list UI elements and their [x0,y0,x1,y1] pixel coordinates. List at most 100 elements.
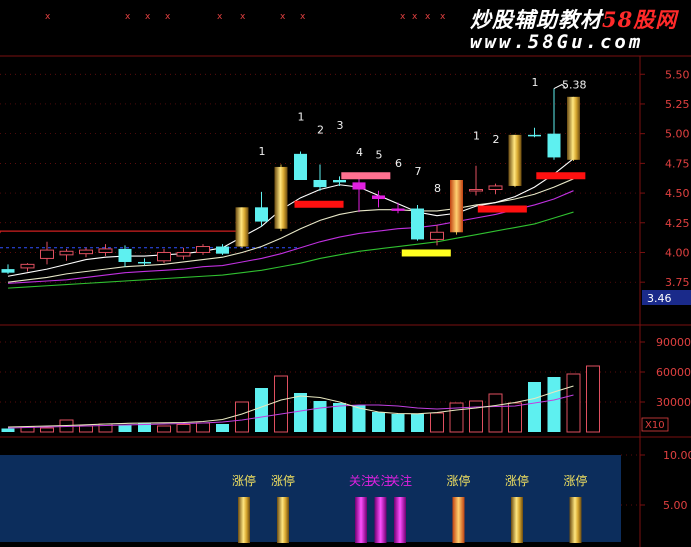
signal-bar [401,249,451,257]
price-annotation-label: 3 [337,119,344,132]
price-annotation-label: 6 [395,157,402,170]
volume-bar[interactable] [294,393,307,432]
volume-bar[interactable] [508,402,522,433]
candle-body[interactable] [469,189,483,192]
candle-body[interactable] [528,134,541,137]
price-annotation-label: 1 [532,76,539,89]
volume-bar[interactable] [566,373,581,433]
candle-body[interactable] [430,231,444,240]
resistance-line [0,230,242,234]
volume-bar[interactable] [216,424,229,432]
signal-column [394,497,406,543]
candle-body[interactable] [40,249,54,259]
candle-body[interactable] [333,180,346,183]
indicator-tick-label: 10.00 [663,449,691,462]
volume-bar[interactable] [430,412,444,433]
top-marker: x [125,12,131,22]
candle-body[interactable] [488,185,503,191]
candle-body[interactable] [372,195,385,200]
signal-bar [341,172,391,180]
candle-body[interactable] [391,208,405,211]
candle-body[interactable] [20,263,35,269]
signal-column [238,497,250,543]
candle-body[interactable] [79,249,93,255]
ma-magenta-line [7,190,574,284]
price-annotation-label: 2 [493,133,500,146]
top-marker: x [412,12,418,22]
signal-column [569,497,582,543]
candle-body[interactable] [450,180,463,233]
candle-body[interactable] [508,134,522,186]
chart-canvas[interactable]: x x x x x x x x x x x x5.505.255.004.754.504.254.00… [0,0,691,547]
signal-bar [536,172,586,180]
ma-short-line [7,158,574,277]
volume-bar[interactable] [79,425,93,433]
volume-bar[interactable] [528,382,541,432]
candle-body[interactable] [352,182,366,190]
candle-body[interactable] [59,250,74,256]
candle-body[interactable] [313,180,327,188]
signal-label: 涨停 [232,473,256,488]
volume-bar[interactable] [176,424,191,433]
stock-chart-window: x x x x x x x x x x x x 5.50 5.25 5.00 4.75 4.50 4.25 4.00… [0,0,691,547]
volume-bar[interactable] [118,425,132,432]
candle-body[interactable] [138,261,151,264]
volume-bar[interactable] [313,401,327,432]
candle-body[interactable] [567,96,580,160]
signal-bar [294,200,344,208]
candle-body[interactable] [255,207,268,222]
volume-bar[interactable] [586,365,600,433]
top-marker: x [280,12,286,22]
volume-bar[interactable] [255,388,268,432]
volume-bar[interactable] [1,428,15,433]
volume-bar[interactable] [235,401,249,433]
signal-label: 涨停 [446,473,470,488]
watermark-brand: 58股网 [602,7,678,32]
price-annotation-label: 1 [473,130,480,143]
candle-body[interactable] [98,248,113,253]
volume-bar[interactable] [391,414,405,432]
volume-bar[interactable] [411,414,424,432]
volume-bar[interactable] [274,375,288,433]
price-tick-label: 5.00 [665,128,690,141]
top-marker: x [440,12,446,22]
price-tick-label: 4.50 [665,187,690,200]
candle-body[interactable] [118,248,132,262]
candle-body[interactable] [274,166,288,229]
signal-label: 涨停 [271,473,295,488]
top-marker: x [400,12,406,22]
volume-bar[interactable] [372,412,385,432]
volume-tick-label: 60000 [656,366,691,379]
candle-body[interactable] [235,207,249,247]
top-marker: x [300,12,306,22]
volume-multiplier-label: X10 [645,420,665,431]
volume-tick-label: 90000 [656,336,691,349]
candle-body[interactable] [547,133,561,158]
signal-label: 涨停 [563,473,587,488]
signal-column [355,497,367,543]
volume-bar[interactable] [469,400,483,433]
watermark-title-main: 炒股辅助教材 [470,7,602,32]
candle-body[interactable] [1,269,15,273]
candle-body[interactable] [411,208,424,240]
price-tick-label: 5.25 [665,98,690,111]
signal-column [452,497,465,543]
candle-body[interactable] [196,246,210,253]
candle-body[interactable] [216,246,229,254]
price-annotation-label: 5 [376,149,383,162]
candle-body[interactable] [294,153,307,180]
top-marker: x [145,12,151,22]
price-tick-label: 3.75 [665,276,690,289]
volume-bar[interactable] [196,422,210,433]
signal-column [277,497,289,543]
volume-bar[interactable] [157,425,171,433]
price-annotation-label: 8 [434,182,441,195]
candle-body[interactable] [157,251,171,262]
volume-bar[interactable] [547,377,561,432]
price-annotation-label: 2 [317,124,324,137]
volume-bar[interactable] [40,427,54,433]
volume-bar[interactable] [488,393,503,433]
candle-body[interactable] [176,251,191,257]
volume-bar[interactable] [333,403,346,432]
top-marker: x [425,12,431,22]
